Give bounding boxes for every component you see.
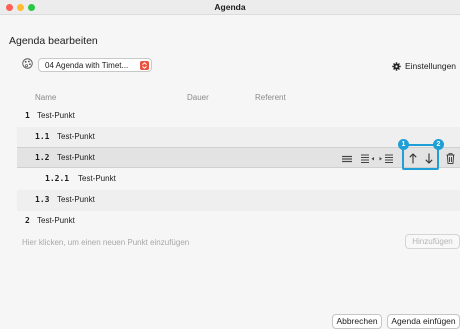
drag-handle-icon bbox=[342, 155, 352, 162]
cancel-button[interactable]: Abbrechen bbox=[332, 314, 382, 329]
settings-label: Einstellungen bbox=[405, 61, 457, 71]
agenda-row[interactable]: 1.1 Test-Punkt bbox=[17, 127, 460, 148]
column-header-duration[interactable]: Dauer bbox=[187, 93, 209, 102]
indent-icon bbox=[379, 154, 393, 163]
gear-icon bbox=[392, 61, 401, 71]
trash-icon bbox=[446, 153, 454, 164]
row-label: Test-Punkt bbox=[37, 216, 75, 225]
chevron-up-down-icon bbox=[140, 61, 149, 70]
outdent-icon bbox=[361, 154, 374, 163]
callout-badge-2: 2 bbox=[433, 139, 444, 150]
template-select[interactable]: 04 Agenda with Timet... bbox=[38, 58, 152, 72]
column-header-presenter[interactable]: Referent bbox=[255, 93, 286, 102]
row-label: Test-Punkt bbox=[57, 195, 95, 204]
row-number: 1 bbox=[25, 111, 30, 120]
row-number: 1.3 bbox=[35, 195, 50, 204]
page-title: Agenda bearbeiten bbox=[9, 35, 98, 47]
insert-agenda-button[interactable]: Agenda einfügen bbox=[387, 314, 460, 329]
new-item-placeholder[interactable]: Hier klicken, um einen neuen Punkt einzu… bbox=[22, 238, 189, 247]
row-number: 1.2.1 bbox=[45, 174, 70, 183]
agenda-row[interactable]: 1 Test-Punkt bbox=[17, 106, 460, 127]
title-bar: Agenda bbox=[0, 0, 460, 15]
indent-button[interactable] bbox=[378, 148, 394, 169]
agenda-window: Agenda Agenda bearbeiten 04 Agenda with … bbox=[0, 0, 460, 329]
agenda-row[interactable]: 1.3 Test-Punkt bbox=[17, 190, 460, 211]
callout-badge-1: 1 bbox=[398, 139, 409, 150]
agenda-row[interactable]: 1.2.1 Test-Punkt bbox=[17, 169, 460, 190]
settings-button[interactable]: Einstellungen bbox=[392, 61, 456, 71]
window-title: Agenda bbox=[214, 2, 246, 12]
row-label: Test-Punkt bbox=[57, 153, 95, 162]
agenda-row-selected[interactable]: 1.2 Test-Punkt bbox=[17, 147, 460, 168]
row-label: Test-Punkt bbox=[37, 111, 75, 120]
palette-icon[interactable] bbox=[22, 58, 33, 69]
row-number: 2 bbox=[25, 216, 30, 225]
drag-handle[interactable] bbox=[340, 148, 354, 169]
delete-button[interactable] bbox=[444, 148, 456, 169]
add-button[interactable]: Hinzufügen bbox=[405, 234, 460, 249]
row-number: 1.2 bbox=[35, 153, 50, 162]
row-label: Test-Punkt bbox=[57, 132, 95, 141]
row-number: 1.1 bbox=[35, 132, 50, 141]
template-select-value: 04 Agenda with Timet... bbox=[45, 61, 129, 70]
outdent-button[interactable] bbox=[360, 148, 376, 169]
agenda-row[interactable]: 2 Test-Punkt bbox=[17, 211, 460, 232]
column-header-name[interactable]: Name bbox=[35, 93, 56, 102]
row-label: Test-Punkt bbox=[78, 174, 116, 183]
